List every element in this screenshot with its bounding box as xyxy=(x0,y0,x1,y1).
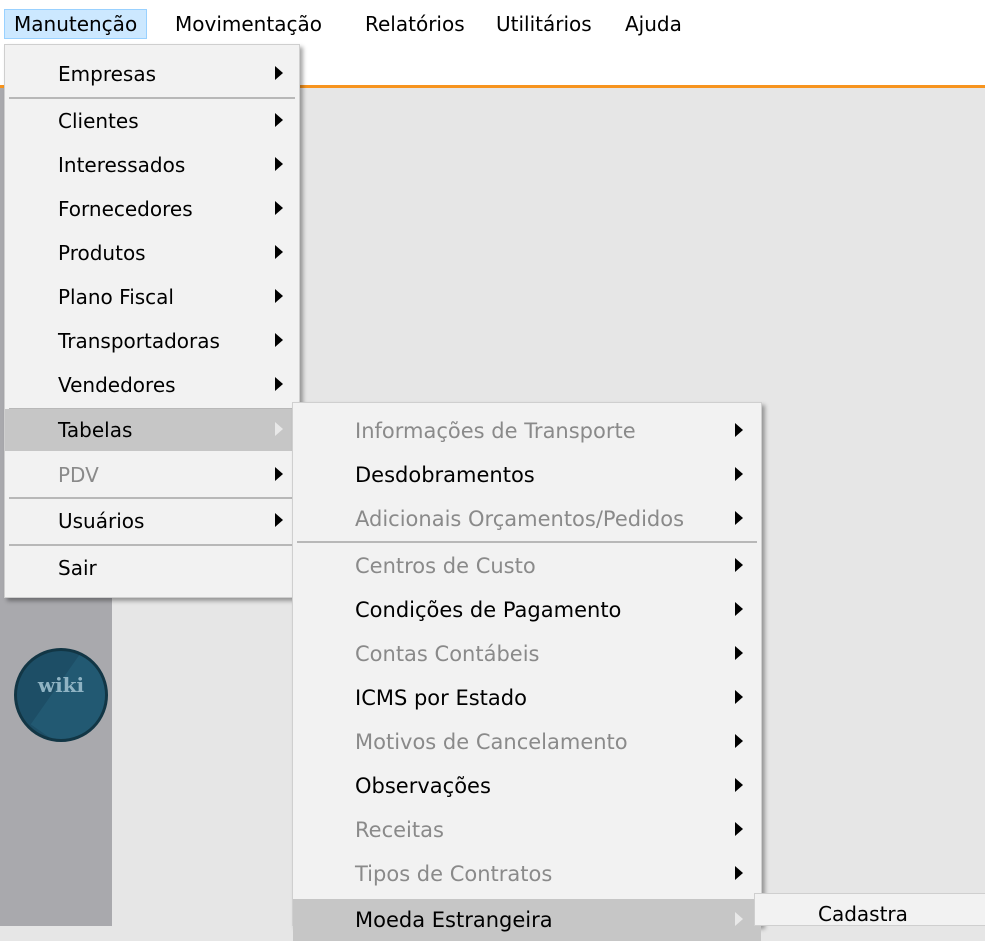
wiki-logo-icon[interactable]: wiki xyxy=(14,648,108,742)
menu-item-icms-estado[interactable]: ICMS por Estado xyxy=(293,677,761,719)
menu-item-label: Moeda Estrangeira xyxy=(355,908,553,932)
menu-item-fornecedores[interactable]: Fornecedores xyxy=(5,188,299,230)
menu-item-label: Fornecedores xyxy=(58,197,193,221)
menu-item-label: Receitas xyxy=(355,818,444,842)
submenu-arrow-icon xyxy=(735,866,743,880)
menu-item-label: Interessados xyxy=(58,153,186,177)
menu-separator xyxy=(9,497,295,499)
menu-item-tipos-contratos: Tipos de Contratos xyxy=(293,853,761,895)
menu-item-label: Transportadoras xyxy=(58,329,220,353)
submenu-arrow-icon xyxy=(275,467,283,481)
menu-item-sair[interactable]: Sair xyxy=(5,547,299,589)
submenu-arrow-icon xyxy=(735,511,743,525)
menu-item-label: Motivos de Cancelamento xyxy=(355,730,628,754)
manutencao-menu: Empresas Clientes Interessados Fornecedo… xyxy=(4,44,300,598)
submenu-arrow-icon xyxy=(275,66,283,80)
menu-item-label: Empresas xyxy=(58,62,156,86)
menu-item-condicoes-pagamento[interactable]: Condições de Pagamento xyxy=(293,589,761,631)
logo-text: wiki xyxy=(37,673,85,697)
menu-item-label: Produtos xyxy=(58,241,146,265)
menu-item-label: Sair xyxy=(58,556,97,580)
menu-item-transportadoras[interactable]: Transportadoras xyxy=(5,320,299,362)
menu-item-contas-contabeis: Contas Contábeis xyxy=(293,633,761,675)
menu-ajuda[interactable]: Ajuda xyxy=(616,9,691,39)
menu-manutencao[interactable]: Manutenção xyxy=(4,9,148,39)
submenu-arrow-icon xyxy=(275,157,283,171)
menu-item-receitas: Receitas xyxy=(293,809,761,851)
menu-item-label: ICMS por Estado xyxy=(355,686,527,710)
menu-item-label: Adicionais Orçamentos/Pedidos xyxy=(355,507,685,531)
menu-separator xyxy=(9,97,295,99)
menu-separator xyxy=(9,544,295,546)
menu-item-adicionais-orcamentos: Adicionais Orçamentos/Pedidos xyxy=(293,498,761,540)
menu-item-label: Vendedores xyxy=(58,373,176,397)
menu-item-observacoes[interactable]: Observações xyxy=(293,765,761,807)
submenu-arrow-icon xyxy=(735,467,743,481)
submenu-arrow-icon xyxy=(735,558,743,572)
menu-movimentacao[interactable]: Movimentação xyxy=(166,9,331,39)
menu-item-motivos-cancelamento: Motivos de Cancelamento xyxy=(293,721,761,763)
menu-item-vendedores[interactable]: Vendedores xyxy=(5,364,299,406)
menu-item-label: Condições de Pagamento xyxy=(355,598,622,622)
menu-item-tabelas[interactable]: Tabelas xyxy=(5,409,299,451)
menu-item-label: Desdobramentos xyxy=(355,463,535,487)
menu-item-centros-custo: Centros de Custo xyxy=(293,545,761,587)
tabelas-submenu: Informações de Transporte Desdobramentos… xyxy=(292,402,762,941)
menu-relatorios[interactable]: Relatórios xyxy=(356,9,474,39)
submenu-arrow-icon xyxy=(275,113,283,127)
menu-item-label: Tabelas xyxy=(58,418,133,442)
submenu-arrow-icon xyxy=(735,690,743,704)
submenu-arrow-icon xyxy=(275,513,283,527)
submenu-arrow-icon xyxy=(735,423,743,437)
menu-bar: Manutenção Movimentação Relatórios Utili… xyxy=(0,0,985,42)
menu-item-produtos[interactable]: Produtos xyxy=(5,232,299,274)
menu-item-clientes[interactable]: Clientes xyxy=(5,100,299,142)
menu-item-label: Informações de Transporte xyxy=(355,419,636,443)
submenu-arrow-icon xyxy=(735,912,743,926)
menu-separator xyxy=(297,541,757,543)
menu-item-label: PDV xyxy=(58,463,99,487)
submenu-arrow-icon xyxy=(735,778,743,792)
moeda-submenu: Cadastra xyxy=(754,893,985,926)
menu-item-label: Tipos de Contratos xyxy=(355,862,553,886)
submenu-arrow-icon xyxy=(735,602,743,616)
menu-item-plano-fiscal[interactable]: Plano Fiscal xyxy=(5,276,299,318)
submenu-arrow-icon xyxy=(275,201,283,215)
submenu-arrow-icon xyxy=(275,289,283,303)
menu-item-desdobramentos[interactable]: Desdobramentos xyxy=(293,454,761,496)
menu-item-label: Observações xyxy=(355,774,491,798)
menu-item-label: Contas Contábeis xyxy=(355,642,540,666)
menu-item-label: Usuários xyxy=(58,509,145,533)
menu-item-label: Plano Fiscal xyxy=(58,285,174,309)
submenu-arrow-icon xyxy=(275,333,283,347)
menu-item-label: Centros de Custo xyxy=(355,554,536,578)
menu-utilitarios[interactable]: Utilitários xyxy=(487,9,601,39)
submenu-arrow-icon xyxy=(735,822,743,836)
submenu-arrow-icon xyxy=(735,646,743,660)
submenu-arrow-icon xyxy=(275,377,283,391)
menu-item-interessados[interactable]: Interessados xyxy=(5,144,299,186)
submenu-arrow-icon xyxy=(275,245,283,259)
menu-item-informacoes-transporte: Informações de Transporte xyxy=(293,410,761,452)
menu-item-pdv: PDV xyxy=(5,454,299,496)
menu-item-label: Clientes xyxy=(58,109,139,133)
menu-item-empresas[interactable]: Empresas xyxy=(5,53,299,95)
menu-item-moeda-estrangeira[interactable]: Moeda Estrangeira xyxy=(293,899,761,941)
submenu-arrow-icon xyxy=(735,734,743,748)
submenu-arrow-icon xyxy=(275,422,283,436)
menu-item-usuarios[interactable]: Usuários xyxy=(5,500,299,542)
